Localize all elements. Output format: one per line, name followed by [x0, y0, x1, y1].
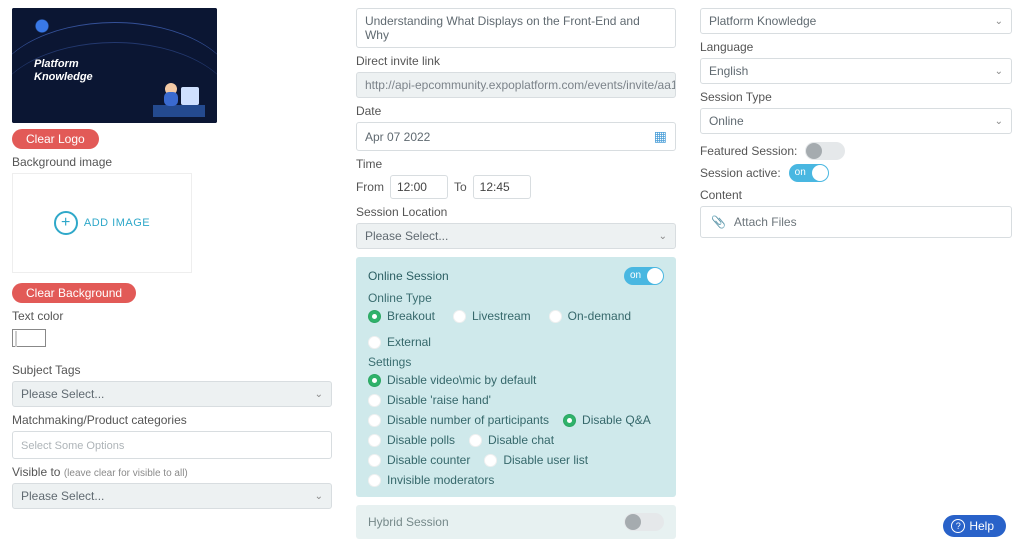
online-session-toggle[interactable]: on — [624, 267, 664, 285]
plus-circle-icon: + — [54, 211, 78, 235]
hybrid-session-title: Hybrid Session — [368, 515, 449, 529]
clear-background-button[interactable]: Clear Background — [12, 283, 136, 303]
setting-disable-raise-hand[interactable]: Disable 'raise hand' — [368, 393, 491, 407]
visible-to-label: Visible to (leave clear for visible to a… — [12, 465, 332, 479]
setting-disable-chat[interactable]: Disable chat — [469, 433, 554, 447]
setting-disable-videomic[interactable]: Disable video\mic by default — [368, 373, 536, 387]
help-button[interactable]: ? Help — [943, 515, 1006, 537]
setting-disable-polls[interactable]: Disable polls — [368, 433, 455, 447]
online-type-external[interactable]: External — [368, 335, 431, 349]
setting-disable-qa[interactable]: Disable Q&A — [563, 413, 651, 427]
matchmaking-label: Matchmaking/Product categories — [12, 413, 332, 427]
chevron-down-icon: ⌄ — [995, 66, 1003, 77]
featured-session-label: Featured Session: — [700, 144, 797, 158]
time-from-input[interactable]: 12:00 — [390, 175, 448, 199]
time-to-input[interactable]: 12:45 — [473, 175, 531, 199]
online-type-livestream[interactable]: Livestream — [453, 309, 531, 323]
logo-text: Platform Knowledge — [34, 58, 93, 84]
time-from-label: From — [356, 180, 384, 194]
session-title-input[interactable]: Understanding What Displays on the Front… — [356, 8, 676, 48]
question-mark-icon: ? — [951, 519, 965, 533]
chevron-down-icon: ⌄ — [315, 389, 323, 400]
visible-to-select[interactable]: Please Select... ⌄ — [12, 483, 332, 509]
session-location-label: Session Location — [356, 205, 676, 219]
time-to-label: To — [454, 180, 467, 194]
featured-session-toggle[interactable] — [805, 142, 845, 160]
online-type-breakout[interactable]: Breakout — [368, 309, 435, 323]
hybrid-session-box: Hybrid Session — [356, 505, 676, 539]
setting-disable-participants[interactable]: Disable number of participants — [368, 413, 549, 427]
hybrid-session-toggle[interactable] — [624, 513, 664, 531]
settings-label: Settings — [368, 355, 664, 369]
text-color-label: Text color — [12, 309, 332, 323]
background-image-label: Background image — [12, 155, 332, 169]
attach-files-button[interactable]: 📎 Attach Files — [700, 206, 1012, 238]
calendar-icon: ▦ — [654, 128, 667, 145]
session-type-select[interactable]: Online ⌄ — [700, 108, 1012, 134]
session-type-label: Session Type — [700, 90, 1012, 104]
date-input[interactable]: Apr 07 2022 ▦ — [356, 122, 676, 151]
session-active-toggle[interactable]: on — [789, 164, 829, 182]
subject-tags-select[interactable]: Please Select... ⌄ — [12, 381, 332, 407]
online-session-box: Online Session on Online Type Breakout L… — [356, 257, 676, 497]
language-label: Language — [700, 40, 1012, 54]
session-location-select[interactable]: Please Select... ⌄ — [356, 223, 676, 249]
setting-disable-counter[interactable]: Disable counter — [368, 453, 470, 467]
logo-preview: Platform Knowledge — [12, 8, 217, 123]
chevron-down-icon: ⌄ — [315, 491, 323, 502]
text-color-swatch[interactable] — [12, 329, 46, 347]
online-type-ondemand[interactable]: On-demand — [549, 309, 631, 323]
chevron-down-icon: ⌄ — [659, 231, 667, 242]
online-type-label: Online Type — [368, 291, 664, 305]
category-select[interactable]: Platform Knowledge ⌄ — [700, 8, 1012, 34]
date-label: Date — [356, 104, 676, 118]
subject-tags-label: Subject Tags — [12, 363, 332, 377]
content-label: Content — [700, 188, 1012, 202]
person-illustration — [153, 75, 205, 117]
direct-link-label: Direct invite link — [356, 54, 676, 68]
matchmaking-multiselect[interactable]: Select Some Options — [12, 431, 332, 459]
setting-disable-userlist[interactable]: Disable user list — [484, 453, 588, 467]
online-session-title: Online Session — [368, 269, 449, 283]
session-active-label: Session active: — [700, 166, 781, 180]
setting-invisible-moderators[interactable]: Invisible moderators — [368, 473, 494, 487]
clear-logo-button[interactable]: Clear Logo — [12, 129, 99, 149]
paperclip-icon: 📎 — [711, 215, 726, 229]
time-label: Time — [356, 157, 676, 171]
chevron-down-icon: ⌄ — [995, 116, 1003, 127]
direct-link-input[interactable]: http://api-epcommunity.expoplatform.com/… — [356, 72, 676, 98]
language-select[interactable]: English ⌄ — [700, 58, 1012, 84]
chevron-down-icon: ⌄ — [995, 16, 1003, 27]
add-image-button[interactable]: + ADD IMAGE — [12, 173, 192, 273]
